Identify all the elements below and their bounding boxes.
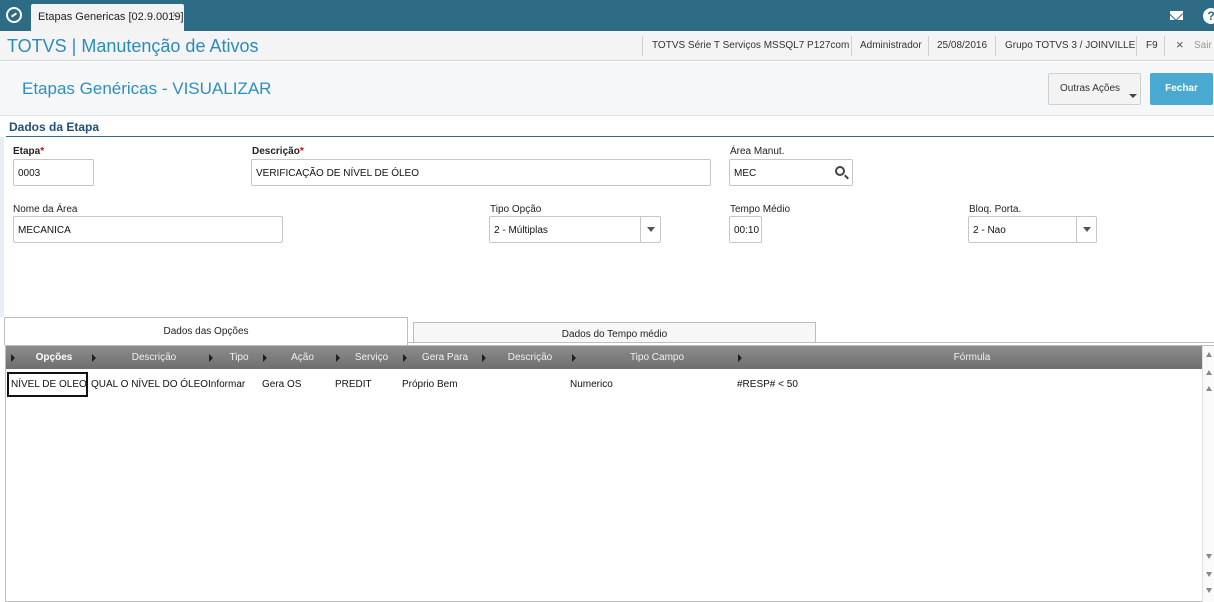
tipo-opcao-value: 2 - Múltiplas [494, 225, 548, 236]
column-arrow-icon [403, 354, 407, 362]
column-arrow-icon [482, 354, 486, 362]
divider [995, 36, 996, 56]
divider [851, 36, 852, 56]
column-arrow-icon [738, 354, 742, 362]
table-cell-servico[interactable]: PREDIT [335, 379, 372, 390]
required-mark: * [299, 146, 304, 157]
divider [1164, 36, 1165, 56]
column-header-formula[interactable]: Fórmula [744, 346, 1200, 369]
scroll-down-icon[interactable] [1206, 572, 1212, 577]
window-topbar: Etapas Genericas [02.9.0019] × ? [0, 0, 1214, 31]
column-arrow-icon [572, 354, 576, 362]
bloq-porta-select[interactable]: 2 - Nao [968, 216, 1097, 243]
etapa-label: Etapa* [13, 146, 45, 157]
other-actions-button[interactable]: Outras Ações [1048, 73, 1141, 105]
chevron-down-icon[interactable] [1076, 217, 1096, 242]
date-info[interactable]: 25/08/2016 [937, 40, 987, 51]
grid-header: Opções Descrição Tipo Ação Serviço Gera … [6, 346, 1202, 369]
column-arrow-icon [263, 354, 267, 362]
required-mark: * [40, 146, 45, 157]
column-header-opcoes[interactable]: Opções [18, 346, 90, 369]
column-header-descricao-2[interactable]: Descrição [488, 346, 572, 369]
divider [1136, 36, 1137, 56]
tempo-medio-field[interactable]: 00:10 [729, 216, 762, 243]
tipo-opcao-select[interactable]: 2 - Múltiplas [489, 216, 661, 243]
grid-vertical-scrollbar[interactable] [1202, 346, 1214, 602]
section-divider [6, 136, 1214, 137]
scroll-top-icon[interactable] [1206, 352, 1212, 357]
tab-close-icon[interactable]: × [172, 9, 178, 21]
scroll-bottom-icon[interactable] [1206, 588, 1212, 593]
tab-dados-tempo-medio[interactable]: Dados do Tempo médio [413, 322, 816, 343]
tipo-opcao-label: Tipo Opção [490, 204, 542, 215]
descricao-value: VERIFICAÇÃO DE NÍVEL DE ÓLEO [256, 168, 420, 179]
app-info-bar: TOTVS | Manutenção de Ativos TOTVS Série… [0, 31, 1214, 61]
area-manut-label: Área Manut. [730, 146, 785, 157]
environment-info[interactable]: TOTVS Série T Serviços MSSQL7 P127com [652, 40, 849, 51]
close-button[interactable]: Fechar [1150, 73, 1213, 105]
group-info[interactable]: Grupo TOTVS 3 / JOINVILLE [1005, 40, 1135, 51]
left-margin-stripe [0, 137, 4, 317]
chevron-down-icon [1129, 94, 1137, 98]
nome-area-field[interactable]: MECANICA [13, 216, 283, 243]
scroll-up-icon[interactable] [1206, 370, 1212, 375]
column-header-tipo[interactable]: Tipo [215, 346, 263, 369]
tab-etapas-genericas[interactable]: Etapas Genericas [02.9.0019] × [31, 4, 184, 31]
tab-title: Etapas Genericas [02.9.0019] [38, 11, 184, 23]
chevron-down-icon[interactable] [640, 217, 660, 242]
column-header-gera-para[interactable]: Gera Para [409, 346, 481, 369]
table-cell-formula[interactable]: #RESP# < 50 [737, 379, 798, 390]
totvs-logo-icon[interactable] [6, 7, 22, 23]
column-header-descricao[interactable]: Descrição [98, 346, 210, 369]
mail-icon[interactable] [1170, 11, 1183, 20]
tempo-medio-label: Tempo Médio [730, 204, 791, 215]
tab-dados-opcoes[interactable]: Dados das Opções [4, 317, 408, 345]
descricao-field[interactable]: VERIFICAÇÃO DE NÍVEL DE ÓLEO [251, 159, 711, 186]
table-cell-descricao[interactable]: QUAL O NÍVEL DO ÓLEO [91, 379, 208, 390]
table-cell-gera-para[interactable]: Próprio Bem [402, 379, 458, 390]
shortcut-f9[interactable]: F9 [1146, 40, 1158, 51]
etapa-field[interactable]: 0003 [13, 159, 94, 186]
other-actions-label: Outras Ações [1060, 83, 1121, 94]
page-header: Etapas Genéricas - VISUALIZAR Outras Açõ… [0, 62, 1214, 116]
column-header-acao[interactable]: Ação [269, 346, 336, 369]
column-arrow-icon [336, 354, 340, 362]
scroll-page-down-icon[interactable] [1206, 554, 1212, 559]
area-manut-field[interactable]: MEC [729, 159, 853, 186]
column-header-tipo-campo[interactable]: Tipo Campo [578, 346, 736, 369]
divider [928, 36, 929, 56]
exit-icon[interactable]: × [1176, 37, 1184, 52]
bloq-porta-label: Bloq. Porta. [969, 204, 1022, 215]
tempo-medio-value: 00:10 [734, 225, 760, 236]
user-info[interactable]: Administrador [860, 40, 922, 51]
scroll-page-up-icon[interactable] [1206, 386, 1212, 391]
table-cell-acao[interactable]: Gera OS [262, 379, 301, 390]
tab-strip-line [407, 342, 1214, 343]
bloq-porta-value: 2 - Nao [973, 225, 1006, 236]
table-cell-tipo[interactable]: Informar [208, 379, 245, 390]
descricao-label: Descrição* [252, 146, 304, 157]
etapa-value: 0003 [18, 168, 41, 179]
section-title: Dados da Etapa [9, 120, 100, 134]
help-icon[interactable]: ? [1203, 8, 1214, 24]
app-title: TOTVS | Manutenção de Ativos [7, 36, 259, 56]
column-arrow-icon [92, 354, 96, 362]
column-arrow-icon [209, 354, 213, 362]
divider [642, 36, 643, 56]
column-arrow-icon [11, 354, 15, 362]
table-cell-tipo-campo[interactable]: Numerico [570, 379, 613, 390]
area-manut-value: MEC [734, 168, 757, 179]
column-header-servico[interactable]: Serviço [342, 346, 401, 369]
page-title: Etapas Genéricas - VISUALIZAR [22, 79, 272, 98]
search-icon[interactable] [835, 166, 845, 176]
nome-area-value: MECANICA [18, 225, 71, 236]
options-grid[interactable]: Opções Descrição Tipo Ação Serviço Gera … [5, 345, 1214, 602]
exit-label[interactable]: Sair [1194, 40, 1212, 51]
nome-area-label: Nome da Área [13, 204, 78, 215]
table-cell-opcoes[interactable]: NÍVEL DE OLEO [11, 379, 87, 390]
